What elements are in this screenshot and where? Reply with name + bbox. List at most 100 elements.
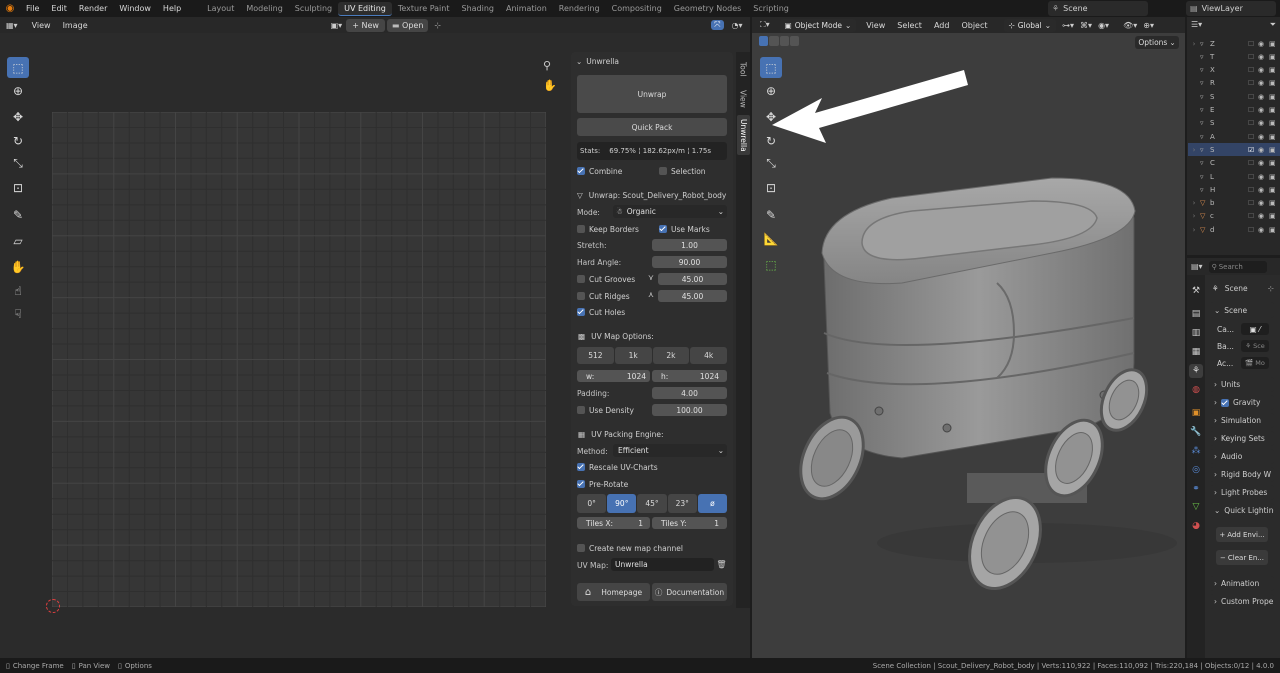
world-icon[interactable]: ◍ — [1189, 383, 1203, 397]
menu-file[interactable]: File — [20, 4, 45, 13]
outliner-row[interactable]: › ▽ c ☐ ◉ ▣ — [1188, 210, 1280, 223]
camera-render-icon[interactable]: ▣ — [1269, 146, 1280, 154]
combine-check-icon[interactable] — [577, 167, 585, 175]
camera-render-icon[interactable]: ▣ — [1269, 119, 1280, 127]
keep-borders-checkbox[interactable]: Keep Borders — [577, 224, 639, 234]
move-tool-icon[interactable]: ✥ — [7, 106, 29, 127]
render-icon[interactable]: ▤ — [1189, 307, 1203, 321]
cut-grooves-field[interactable]: 45.00 — [658, 273, 727, 285]
eye-icon[interactable]: ◉ — [1258, 173, 1269, 181]
camera-render-icon[interactable]: ▣ — [1269, 93, 1280, 101]
data-icon[interactable]: ▽ — [1189, 500, 1203, 514]
section-keying-sets[interactable]: › Keying Sets — [1210, 431, 1274, 446]
scene-selector[interactable]: ⚘ Scene — [1048, 1, 1148, 16]
section-custom-properties[interactable]: › Custom Prope — [1210, 594, 1274, 609]
outliner-row[interactable]: ▿ S ☐ ◉ ▣ — [1188, 117, 1280, 130]
material-icon[interactable]: ◕ — [1189, 519, 1203, 533]
rot-45-button[interactable]: 45° — [637, 494, 667, 513]
height-field[interactable]: h: 1024 — [652, 370, 727, 382]
robot-3d-model[interactable] — [752, 33, 1185, 658]
camera-render-icon[interactable]: ▣ — [1269, 159, 1280, 167]
tab-layout[interactable]: Layout — [201, 2, 240, 15]
checkbox-icon[interactable]: ☐ — [1248, 93, 1258, 101]
use-density-check-icon[interactable] — [577, 406, 585, 414]
outliner-row[interactable]: ▿ R ☐ ◉ ▣ — [1188, 77, 1280, 90]
rip-tool-icon[interactable]: ▱ — [7, 230, 29, 251]
tool-icon[interactable]: ⚒ — [1189, 284, 1203, 298]
rot-0-button[interactable]: 0° — [577, 494, 607, 513]
section-units[interactable]: › Units — [1210, 377, 1274, 392]
viewport-menu-select[interactable]: Select — [891, 21, 928, 30]
open-image-button[interactable]: ▬ Open — [386, 18, 429, 32]
use-density-checkbox[interactable]: Use Density — [577, 405, 634, 415]
menu-edit[interactable]: Edit — [45, 4, 73, 13]
section-simulation[interactable]: › Simulation — [1210, 413, 1274, 428]
checkbox-icon[interactable]: ☐ — [1248, 133, 1258, 141]
combine-checkbox[interactable]: Combine — [577, 166, 622, 176]
blender-logo-icon[interactable]: ◉ — [0, 3, 20, 14]
constraints-icon[interactable]: ⚭ — [1189, 482, 1203, 496]
2d-cursor-icon[interactable] — [46, 599, 60, 613]
overlay-icon[interactable]: ◔▾ — [732, 21, 743, 30]
checkbox-icon[interactable]: ☐ — [1248, 40, 1258, 48]
checkbox-icon[interactable]: ☐ — [1248, 106, 1258, 114]
outliner-row[interactable]: ▿ E ☐ ◉ ▣ — [1188, 104, 1280, 117]
pivot-icon[interactable]: ⊶▾ — [1062, 21, 1074, 30]
outliner-row[interactable]: ▿ X ☐ ◉ ▣ — [1188, 64, 1280, 77]
outliner-row[interactable]: ▿ C ☐ ◉ ▣ — [1188, 157, 1280, 170]
expand-icon[interactable]: › — [1188, 212, 1200, 220]
editor-type-icon[interactable]: ▦▾ — [6, 21, 18, 30]
res-1k-button[interactable]: 1k — [614, 347, 652, 364]
section-rigid-body-w[interactable]: › Rigid Body W — [1210, 467, 1274, 482]
tiles-x-field[interactable]: Tiles X: 1 — [577, 517, 650, 529]
camera-render-icon[interactable]: ▣ — [1269, 186, 1280, 194]
res-512-button[interactable]: 512 — [577, 347, 614, 364]
eye-icon[interactable]: ◉ — [1258, 199, 1269, 207]
new-image-button[interactable]: + New — [346, 18, 385, 32]
scene-section-header[interactable]: ⌄ Scene — [1210, 302, 1274, 318]
cursor-tool-icon[interactable]: ⊕ — [7, 80, 29, 101]
keep-borders-check-icon[interactable] — [577, 225, 585, 233]
camera-render-icon[interactable]: ▣ — [1269, 212, 1280, 220]
uv-menu-image[interactable]: Image — [57, 21, 94, 30]
camera-render-icon[interactable]: ▣ — [1269, 106, 1280, 114]
section-gravity[interactable]: › Gravity — [1210, 395, 1274, 410]
rot-23-button[interactable]: 23° — [667, 494, 697, 513]
homepage-button[interactable]: ⌂ Homepage — [577, 583, 650, 601]
cut-grooves-checkbox[interactable]: Cut Grooves — [577, 274, 635, 284]
camera-render-icon[interactable]: ▣ — [1269, 199, 1280, 207]
width-field[interactable]: w: 1024 — [577, 370, 650, 382]
checkbox-icon[interactable]: ☐ — [1248, 173, 1258, 181]
outliner-type-icon[interactable]: ☰▾ — [1191, 20, 1202, 29]
scene-prop-icon[interactable]: ⚘ — [1189, 364, 1203, 378]
checkbox-icon[interactable]: ☐ — [1248, 226, 1258, 234]
gizmo-icon[interactable]: ⊕▾ — [1143, 21, 1154, 30]
res-2k-button[interactable]: 2k — [652, 347, 690, 364]
properties-type-icon[interactable]: ▤▾ — [1191, 262, 1203, 271]
tab-modeling[interactable]: Modeling — [240, 2, 288, 15]
physics-icon[interactable]: ◎ — [1189, 463, 1203, 477]
cut-holes-checkbox[interactable]: Cut Holes — [577, 307, 625, 317]
proportional-edit-icon[interactable]: ◉▾ — [1098, 21, 1109, 30]
tab-rendering[interactable]: Rendering — [553, 2, 606, 15]
checkbox-icon[interactable]: ☐ — [1248, 159, 1258, 167]
tab-geometry-nodes[interactable]: Geometry Nodes — [668, 2, 747, 15]
prerotate-checkbox[interactable]: Pre-Rotate — [577, 479, 628, 489]
outliner-row[interactable]: › ▿ Z ☐ ◉ ▣ — [1188, 37, 1280, 50]
eye-icon[interactable]: ◉ — [1258, 159, 1269, 167]
particles-icon[interactable]: ⁂ — [1189, 444, 1203, 458]
tab-sculpting[interactable]: Sculpting — [289, 2, 338, 15]
documentation-button[interactable]: ⓘ Documentation — [652, 583, 727, 601]
viewport-menu-view[interactable]: View — [860, 21, 891, 30]
modifier-icon[interactable]: 🔧 — [1189, 425, 1203, 439]
method-dropdown[interactable]: Efficient ⌄ — [613, 444, 727, 457]
outliner-row[interactable]: › ▿ S ☑ ◉ ▣ — [1188, 143, 1280, 157]
expand-icon[interactable]: › — [1188, 146, 1200, 154]
expand-icon[interactable]: › — [1188, 40, 1200, 48]
unwrap-button[interactable]: Unwrap — [577, 75, 727, 113]
object-icon[interactable]: ▣ — [1189, 406, 1203, 420]
pin-icon[interactable]: ⊹ — [434, 21, 441, 30]
tab-unwrella[interactable]: Unwrella — [737, 115, 750, 155]
uv-map-name-field[interactable]: Unwrella — [611, 558, 714, 571]
tab-uv-editing[interactable]: UV Editing — [338, 1, 392, 16]
